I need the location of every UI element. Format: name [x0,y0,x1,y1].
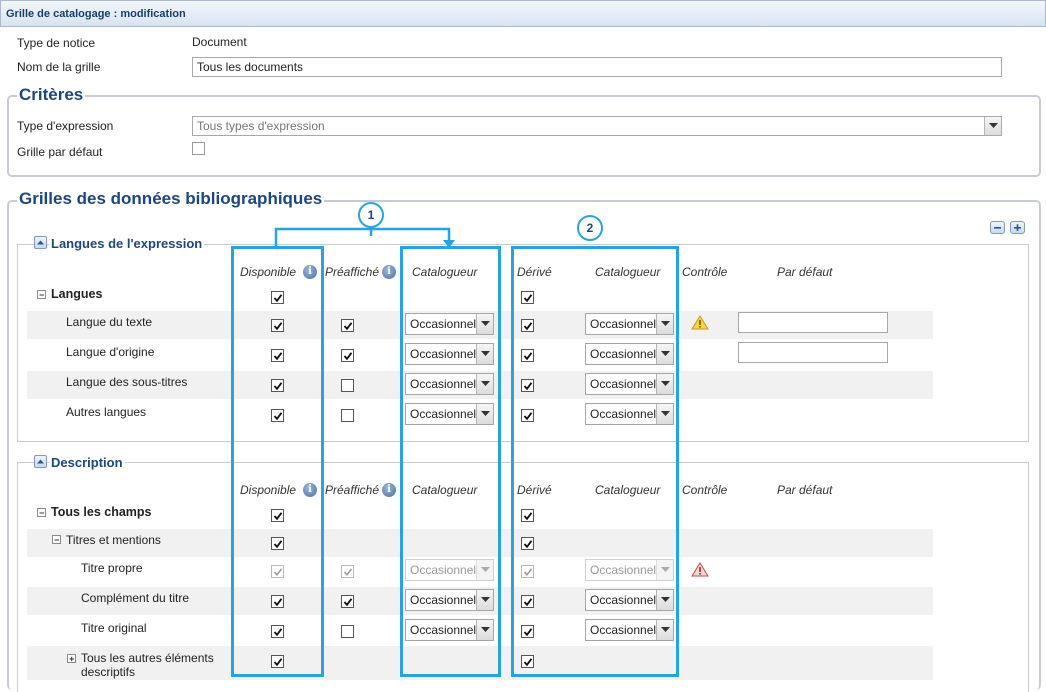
checkbox-preaffiche[interactable] [341,349,354,362]
subgroup-label: Titres et mentions [66,533,161,547]
nom-grille-label: Nom de la grille [17,60,101,74]
row-label: Titre original [81,621,147,635]
header-controle: Contrôle [682,483,728,497]
collapse-group-icon[interactable] [52,535,61,544]
grille-defaut-label: Grille par défaut [17,145,103,159]
window-titlebar: Grille de catalogage : modification [0,0,1046,27]
section-title-description: Description [49,455,125,470]
type-expression-select[interactable]: Tous types d'expression [192,116,1002,136]
type-notice-label: Type de notice [17,36,96,50]
section-title-langues: Langues de l'expression [49,236,205,251]
window-title: Grille de catalogage : modification [6,8,186,20]
criteres-legend: Critères [17,85,86,105]
checkbox-preaffiche[interactable] [341,319,354,332]
checkbox-preaffiche[interactable] [341,625,354,638]
header-preaffiche: Préaffiché [325,483,380,497]
collapse-section-icon[interactable] [34,455,47,468]
annotation-box-disponible [231,246,324,677]
criteres-fieldset [7,95,1041,177]
expand-all-button[interactable] [1010,221,1025,234]
checkbox-preaffiche[interactable] [341,379,354,392]
collapse-group-icon[interactable] [37,508,46,517]
header-par-defaut: Par défaut [777,265,833,279]
header-preaffiche: Préaffiché [325,265,380,279]
row-label: Autres langues [66,405,147,419]
row-label-continued: descriptifs [81,665,136,679]
collapse-section-icon[interactable] [34,236,47,249]
type-expression-label: Type d'expression [17,119,114,133]
grilles-legend: Grilles des données bibliographiques [17,189,325,209]
nom-grille-input[interactable] [192,57,1002,77]
checkbox-preaffiche[interactable] [341,595,354,608]
annotation-box-derive [511,246,679,677]
annotation-number-1: 1 [358,202,384,228]
warning-icon [691,315,709,330]
type-expression-value: Tous types d'expression [197,119,325,133]
error-icon [691,562,709,577]
row-label: Titre propre [81,561,143,575]
row-label: Langue du texte [66,315,153,329]
annotation-box-catalogueur [400,246,501,677]
chevron-down-icon[interactable] [984,117,1001,135]
grille-defaut-checkbox[interactable] [192,142,205,155]
collapse-group-icon[interactable] [37,290,46,299]
info-icon[interactable]: i [382,483,396,497]
row-label: Tous les autres éléments [81,651,214,665]
checkbox-preaffiche[interactable] [341,409,354,422]
default-value-input[interactable] [738,312,888,333]
row-label: Langue des sous-titres [66,375,188,389]
collapse-all-button[interactable] [990,221,1005,234]
group-label-tous-les-champs: Tous les champs [51,505,152,519]
row-label: Langue d'origine [66,345,155,359]
annotation-number-2: 2 [577,215,603,241]
group-label-langues: Langues [51,287,103,301]
default-value-input[interactable] [738,342,888,363]
header-par-defaut: Par défaut [777,483,833,497]
header-controle: Contrôle [682,265,728,279]
row-label: Complément du titre [81,591,190,605]
type-notice-value: Document [192,35,247,49]
info-icon[interactable]: i [382,265,396,279]
expand-group-icon[interactable] [67,654,76,663]
checkbox-preaffiche [341,565,354,578]
